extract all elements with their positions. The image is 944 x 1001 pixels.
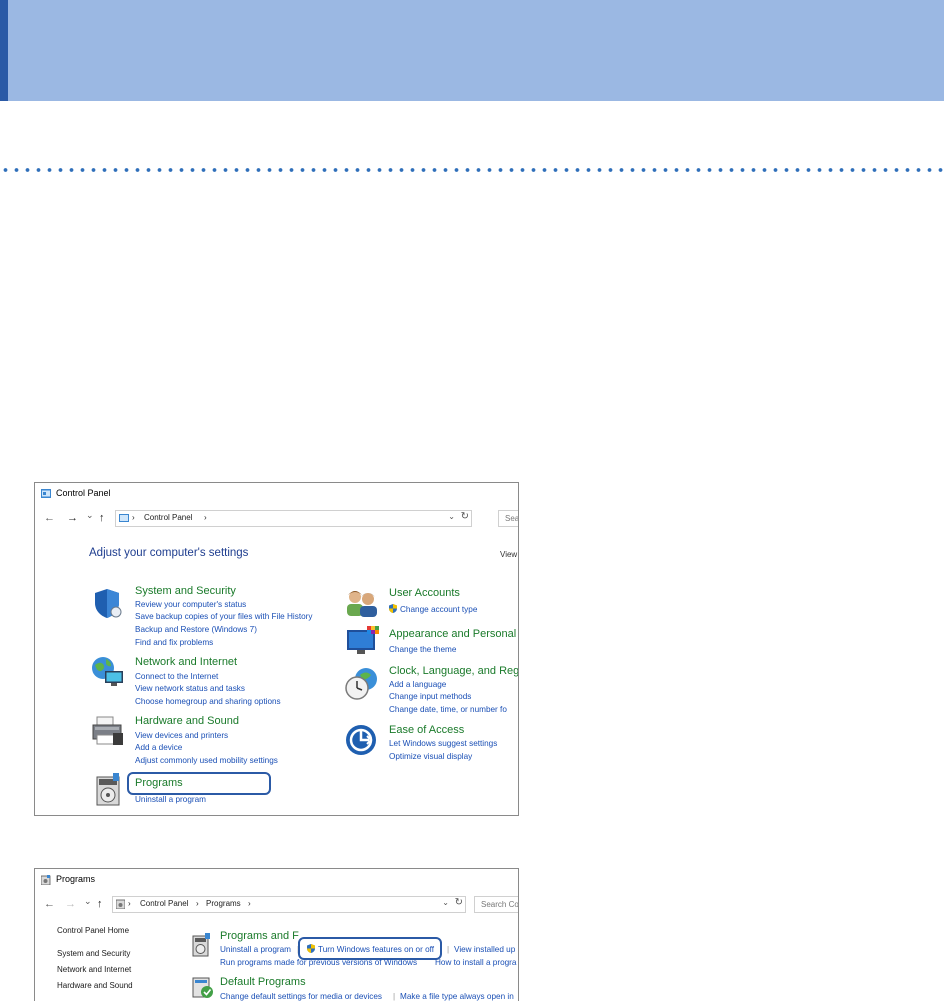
globe-network-icon: [92, 657, 123, 686]
forward-arrow-icon[interactable]: →: [67, 512, 78, 524]
window-title: Programs: [56, 874, 96, 884]
programs-crumb-icon: [116, 899, 125, 909]
default-programs-icon: [192, 977, 213, 998]
users-icon: [347, 591, 377, 617]
programs-title-icon: [41, 875, 51, 885]
sidebar-item-hardware-sound[interactable]: Hardware and Sound: [57, 981, 133, 990]
link-mobility-settings[interactable]: Adjust commonly used mobility settings: [135, 756, 278, 765]
title-bar: Programs: [35, 869, 518, 891]
appearance-icon: [347, 626, 379, 654]
address-toolbar: ← → ⌄ ↑ › Control Panel › Programs › ⌄ ↻…: [35, 893, 518, 915]
section-default-programs[interactable]: Default Programs: [220, 976, 306, 988]
page-heading: Adjust your computer's settings: [89, 547, 249, 559]
category-ease-of-access[interactable]: Ease of Access: [389, 724, 464, 736]
link-network-status[interactable]: View network status and tasks: [135, 684, 245, 693]
crumb-control-panel[interactable]: Control Panel: [144, 513, 192, 522]
uac-shield-icon: [389, 604, 397, 613]
printer-icon: [92, 716, 123, 745]
link-review-status[interactable]: Review your computer's status: [135, 600, 246, 609]
sidebar-item-control-panel-home[interactable]: Control Panel Home: [57, 926, 129, 935]
link-devices-printers[interactable]: View devices and printers: [135, 731, 228, 740]
link-uninstall-program[interactable]: Uninstall a program: [135, 795, 206, 804]
link-find-fix[interactable]: Find and fix problems: [135, 638, 213, 647]
sidebar-item-network-internet[interactable]: Network and Internet: [57, 965, 131, 974]
refresh-icon[interactable]: ↻: [461, 511, 469, 522]
category-system-security[interactable]: System and Security: [135, 585, 236, 597]
recent-locations-chevron-icon[interactable]: ⌄: [86, 510, 94, 521]
control-panel-window: Control Panel ← → ⌄ ↑ › Control Panel › …: [34, 482, 519, 816]
category-clock-language[interactable]: Clock, Language, and Reg: [389, 665, 518, 677]
crumb-separator: ›: [196, 899, 199, 908]
link-separator: |: [447, 945, 450, 954]
link-input-methods[interactable]: Change input methods: [389, 692, 471, 701]
address-dropdown-icon[interactable]: ⌄: [448, 512, 455, 521]
link-connect-internet[interactable]: Connect to the Internet: [135, 672, 218, 681]
clock-globe-icon: [345, 668, 377, 700]
category-user-accounts[interactable]: User Accounts: [389, 587, 460, 599]
link-add-device[interactable]: Add a device: [135, 743, 182, 752]
crumb-separator: ›: [128, 899, 131, 908]
dotted-divider: [0, 166, 944, 174]
view-by-label[interactable]: View: [500, 550, 517, 559]
category-network-internet[interactable]: Network and Internet: [135, 656, 237, 668]
link-date-time[interactable]: Change date, time, or number fo: [389, 705, 507, 714]
link-change-account-type[interactable]: Change account type: [389, 604, 477, 614]
back-arrow-icon[interactable]: ←: [44, 512, 55, 524]
programs-features-icon: [192, 933, 210, 957]
banner-accent-bar: [0, 0, 8, 101]
window-title: Control Panel: [56, 488, 111, 498]
crumb-separator: ›: [204, 513, 207, 522]
category-hardware-sound[interactable]: Hardware and Sound: [135, 715, 239, 727]
address-bar[interactable]: › Control Panel › Programs › ⌄ ↻: [112, 896, 466, 913]
link-backup-restore[interactable]: Backup and Restore (Windows 7): [135, 625, 257, 634]
shield-icon: [95, 589, 122, 618]
address-toolbar: ← → ⌄ ↑ › Control Panel › ⌄ ↻ Sea: [35, 507, 518, 529]
programs-icon: [96, 773, 120, 806]
header-banner: [0, 0, 944, 101]
up-arrow-icon[interactable]: ↑: [97, 898, 103, 910]
address-bar[interactable]: › Control Panel › ⌄ ↻: [115, 510, 472, 527]
link-optimize-display[interactable]: Optimize visual display: [389, 752, 472, 761]
programs-highlight-box: [127, 772, 271, 795]
control-panel-icon: [41, 489, 51, 498]
search-input[interactable]: Search Co: [474, 896, 518, 913]
link-run-older-programs[interactable]: Run programs made for previous versions …: [220, 958, 417, 967]
address-dropdown-icon[interactable]: ⌄: [442, 898, 449, 907]
title-bar: Control Panel: [35, 483, 518, 505]
up-arrow-icon[interactable]: ↑: [99, 512, 105, 524]
back-arrow-icon[interactable]: ←: [44, 898, 55, 910]
windows-features-highlight-box: [298, 937, 442, 960]
crumb-separator: ›: [132, 513, 135, 522]
crumb-control-panel[interactable]: Control Panel: [140, 899, 188, 908]
programs-window: Programs ← → ⌄ ↑ › Control Panel › Progr…: [34, 868, 519, 1001]
category-appearance[interactable]: Appearance and Personal: [389, 628, 516, 640]
link-change-theme[interactable]: Change the theme: [389, 645, 456, 654]
ease-of-access-icon: [346, 725, 376, 755]
link-change-account-type-label: Change account type: [400, 605, 478, 614]
link-file-history[interactable]: Save backup copies of your files with Fi…: [135, 612, 312, 621]
link-homegroup[interactable]: Choose homegroup and sharing options: [135, 697, 281, 706]
search-input[interactable]: Sea: [498, 510, 518, 527]
sidebar-item-system-security[interactable]: System and Security: [57, 949, 130, 958]
section-programs-features[interactable]: Programs and F: [220, 930, 299, 942]
link-uninstall-program[interactable]: Uninstall a program: [220, 945, 291, 954]
link-suggest-settings[interactable]: Let Windows suggest settings: [389, 739, 497, 748]
forward-arrow-icon[interactable]: →: [65, 898, 76, 910]
crumb-separator: ›: [248, 899, 251, 908]
link-add-language[interactable]: Add a language: [389, 680, 446, 689]
refresh-icon[interactable]: ↻: [455, 897, 463, 908]
link-how-to-install[interactable]: How to install a progra: [435, 958, 516, 967]
control-panel-crumb-icon: [119, 514, 129, 522]
link-view-installed-updates[interactable]: View installed up: [454, 945, 515, 954]
recent-locations-chevron-icon[interactable]: ⌄: [84, 896, 92, 907]
crumb-programs[interactable]: Programs: [206, 899, 241, 908]
